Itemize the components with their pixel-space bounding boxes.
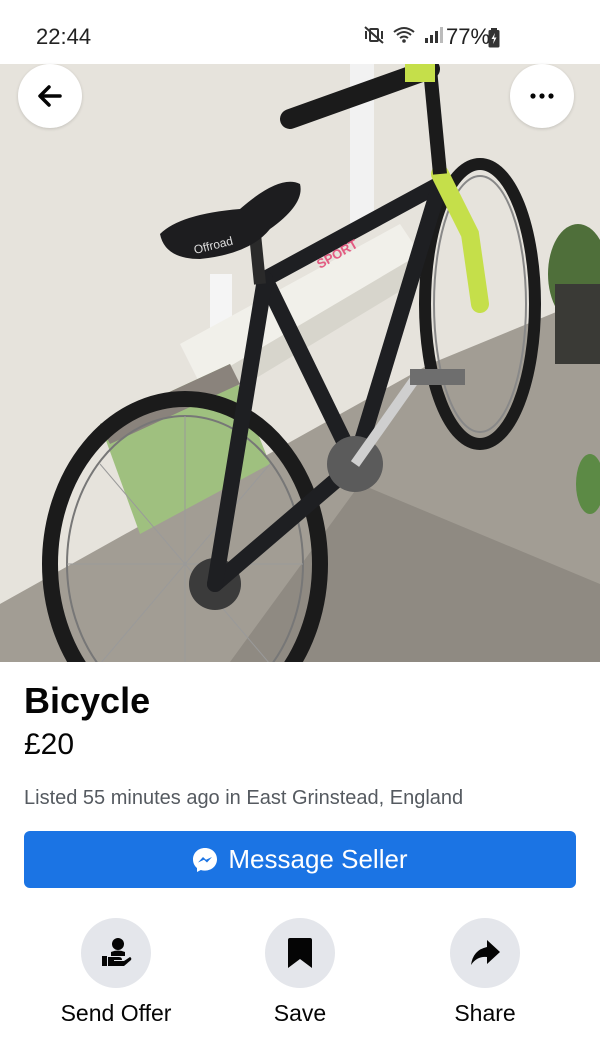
wifi-icon [393,27,415,43]
back-button[interactable] [18,64,82,128]
bicycle-photo-illustration: Offroad SPORT [0,64,600,662]
bookmark-icon [288,938,312,968]
send-offer-label: Send Offer [60,1000,172,1026]
message-seller-button[interactable]: Message Seller [24,831,576,888]
more-dots-icon [530,93,554,99]
send-offer-action[interactable]: Send Offer [46,918,186,1027]
save-action[interactable]: Save [230,918,370,1027]
share-circle[interactable] [450,918,520,988]
save-label: Save [273,1000,327,1026]
listing-title: Bicycle [24,680,151,721]
share-label: Share [454,1000,516,1026]
message-seller-label: Message Seller [228,844,408,874]
more-options-button[interactable] [510,64,574,128]
arrow-left-icon [38,85,62,107]
save-circle[interactable] [265,918,335,988]
status-bar: 22:44 77% [0,0,600,64]
status-time: 22:44 [36,24,92,49]
listing-photo[interactable]: Offroad SPORT [0,64,600,662]
listing-meta: Listed 55 minutes ago in East Grinstead,… [24,787,464,809]
signal-icon [425,27,443,43]
send-offer-circle[interactable] [81,918,151,988]
status-icons [364,26,444,44]
listing-price: £20 [24,728,75,761]
messenger-icon [193,847,218,872]
hand-with-person-icon [102,938,132,966]
battery-percent: 77% [446,24,491,49]
battery-icon [488,28,500,48]
mute-vibrate-icon [364,26,384,44]
share-action[interactable]: Share [415,918,555,1027]
share-arrow-icon [471,940,500,965]
